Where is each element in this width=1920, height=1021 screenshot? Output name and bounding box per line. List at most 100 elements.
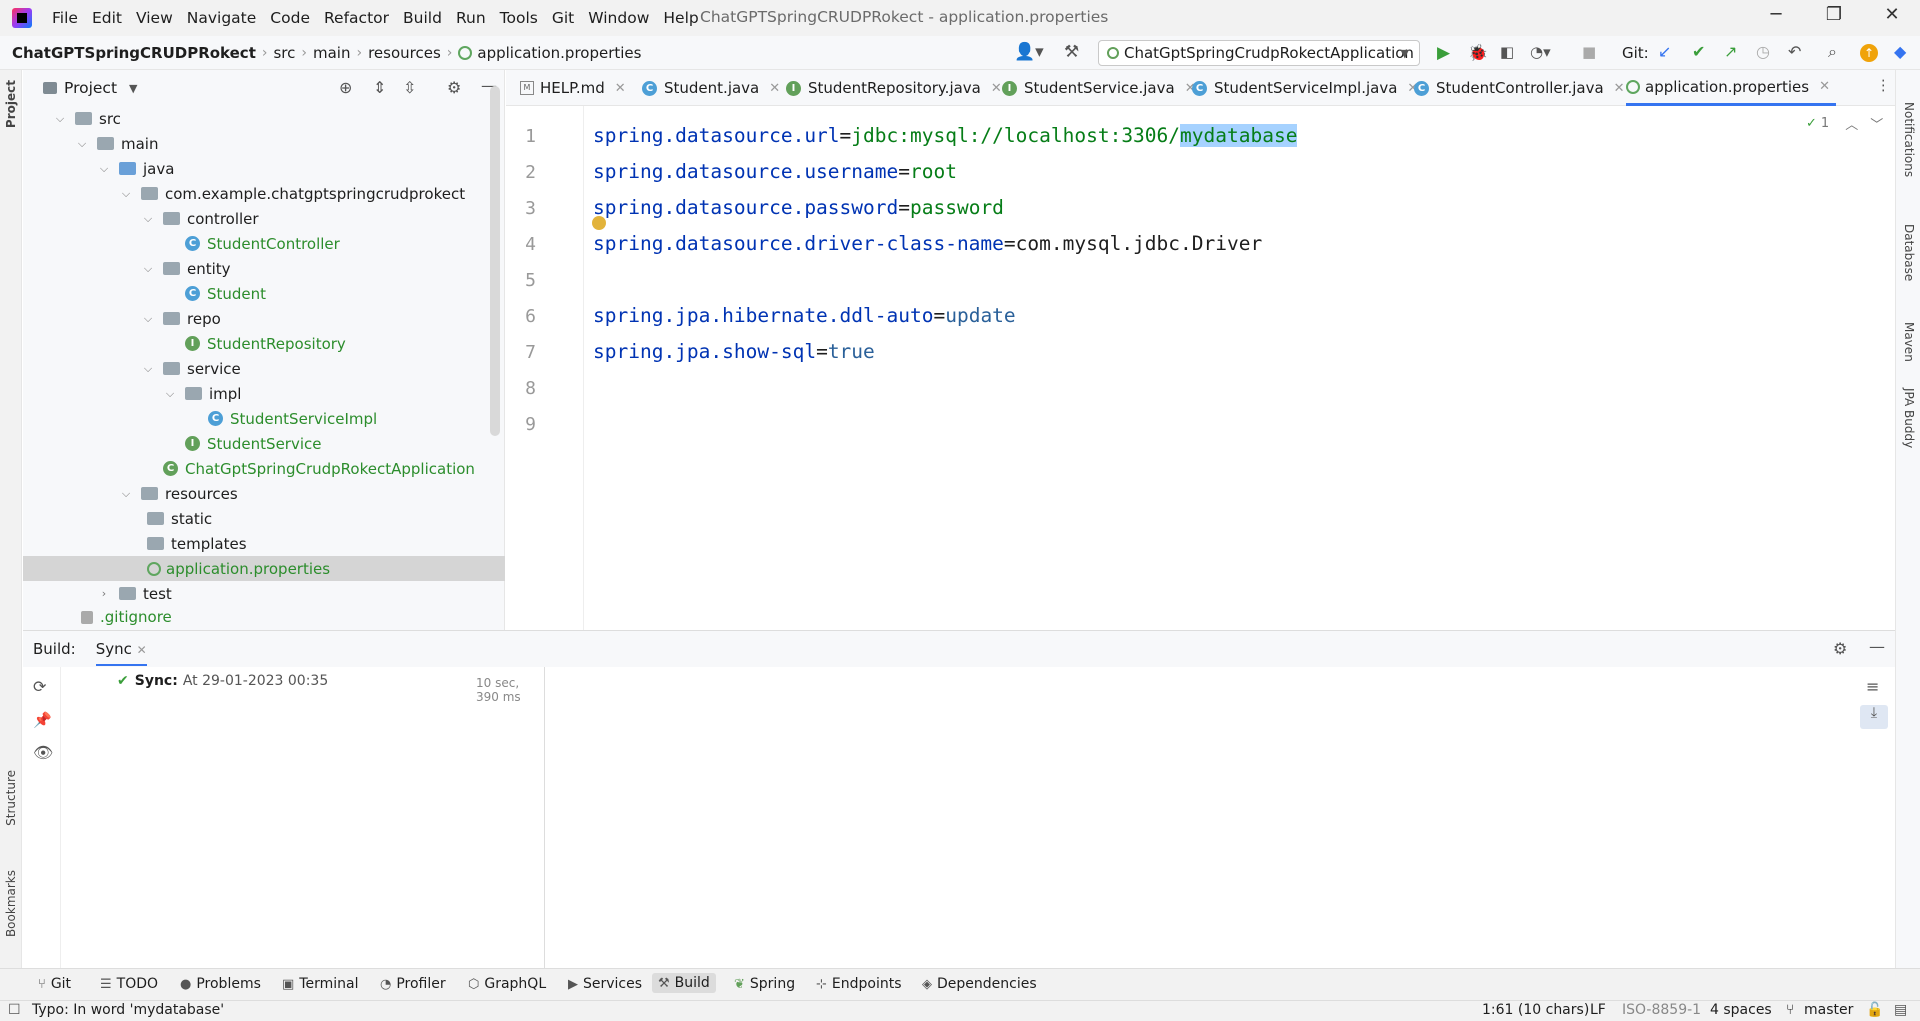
tree-item-gitignore[interactable]: .gitignore <box>81 606 172 628</box>
toolwindow-spring[interactable]: ❦ Spring <box>734 976 795 992</box>
run-configuration-select[interactable]: ChatGptSpringCrudpRokectApplication ▼ <box>1098 40 1420 66</box>
tree-item-main[interactable]: ⌵ main <box>75 131 159 156</box>
profile-icon[interactable]: ◔▾ <box>1530 43 1551 61</box>
close-button[interactable]: ✕ <box>1872 4 1912 32</box>
toolwindow-git[interactable]: ⑂ Git <box>38 976 71 992</box>
jpa-buddy-tool-button[interactable]: JPA Buddy <box>1902 388 1916 448</box>
coverage-icon[interactable]: ◧ <box>1500 43 1514 61</box>
expand-all-icon[interactable]: ⇕ <box>373 78 386 97</box>
tree-item-package[interactable]: ⌵ com.example.chatgptspringcrudprokect <box>119 181 465 206</box>
soft-wrap-icon[interactable]: ≡ <box>1866 677 1879 696</box>
tab-studentservice-java[interactable]: I StudentService.java ✕ <box>1002 70 1196 106</box>
chevron-down-icon[interactable]: ⌵ <box>141 212 155 226</box>
tree-item-studentservice[interactable]: I StudentService <box>185 431 322 456</box>
tree-item-studentcontroller[interactable]: C StudentController <box>185 231 340 256</box>
menu-tools[interactable]: Tools <box>500 9 538 27</box>
close-icon[interactable]: ✕ <box>1819 79 1830 94</box>
toolwindow-terminal[interactable]: ▣ Terminal <box>282 976 358 992</box>
tab-studentrepository-java[interactable]: I StudentRepository.java ✕ <box>786 70 1002 106</box>
intellij-logo-icon[interactable] <box>12 8 32 28</box>
notifications-tool-button[interactable]: Notifications <box>1902 102 1916 177</box>
chevron-down-icon[interactable]: ▼ <box>129 82 137 95</box>
chevron-down-icon[interactable]: ⌵ <box>97 162 111 176</box>
search-icon[interactable]: ⌕ <box>1828 42 1837 62</box>
tree-item-templates[interactable]: templates <box>147 531 247 556</box>
hide-icon[interactable]: — <box>1869 637 1885 656</box>
tree-item-resources[interactable]: ⌵ resources <box>119 481 238 506</box>
chevron-down-icon[interactable]: ⌵ <box>163 387 177 401</box>
memory-icon[interactable]: ▤ <box>1894 1002 1907 1018</box>
chevron-up-icon[interactable]: ︿ <box>1845 114 1858 133</box>
tree-item-static[interactable]: static <box>147 506 212 531</box>
menu-navigate[interactable]: Navigate <box>187 9 257 27</box>
minimize-button[interactable]: ─ <box>1756 4 1796 32</box>
sync-item[interactable]: ✔ Sync: At 29-01-2023 00:35 <box>117 673 328 689</box>
menu-view[interactable]: View <box>136 9 173 27</box>
menu-build[interactable]: Build <box>403 9 442 27</box>
locate-icon[interactable]: ⊕ <box>339 78 352 97</box>
chevron-down-icon[interactable]: ⌵ <box>75 137 89 151</box>
code-line-4[interactable]: spring.datasource.driver-class-name=com.… <box>593 232 1262 255</box>
code-line-7[interactable]: spring.jpa.show-sql=true <box>593 340 875 363</box>
gear-icon[interactable]: ⚙ <box>1833 639 1847 658</box>
caret-position[interactable]: 1:61 (10 chars) <box>1482 1002 1589 1018</box>
stop-icon[interactable]: ■ <box>1582 43 1596 61</box>
more-tabs-icon[interactable]: ⋮ <box>1876 78 1891 94</box>
tree-item-application-class[interactable]: C ChatGptSpringCrudpRokectApplication <box>163 456 475 481</box>
tab-studentserviceimpl-java[interactable]: C StudentServiceImpl.java ✕ <box>1192 70 1418 106</box>
menu-git[interactable]: Git <box>552 9 574 27</box>
code-line-2[interactable]: spring.datasource.username=root <box>593 160 957 183</box>
git-rollback-icon[interactable]: ↶ <box>1788 42 1801 61</box>
collapse-all-icon[interactable]: ⇳ <box>403 78 416 97</box>
toolwindow-graphql[interactable]: ⬡ GraphQL <box>468 976 546 992</box>
tree-item-controller[interactable]: ⌵ controller <box>141 206 259 231</box>
tab-sync[interactable]: Sync ✕ <box>95 632 147 666</box>
menu-edit[interactable]: Edit <box>92 9 122 27</box>
code-line-1[interactable]: spring.datasource.url=jdbc:mysql://local… <box>593 124 1298 147</box>
refresh-icon[interactable]: ⟳ <box>33 677 46 696</box>
gear-icon[interactable]: ⚙ <box>447 78 461 97</box>
user-icon[interactable]: 👤▾ <box>1014 42 1044 62</box>
chevron-down-icon[interactable]: ⌵ <box>119 187 133 201</box>
chevron-down-icon[interactable]: ⌵ <box>141 362 155 376</box>
code-line-6[interactable]: spring.jpa.hibernate.ddl-auto=update <box>593 304 1016 327</box>
tab-application-properties[interactable]: application.properties ✕ <box>1626 70 1836 106</box>
restore-button[interactable]: ❐ <box>1814 4 1854 32</box>
tree-item-src[interactable]: ⌵ src <box>53 106 121 131</box>
menu-file[interactable]: File <box>52 9 78 27</box>
inspection-widget[interactable]: ✓ 1 ︿ ﹀ <box>1806 114 1883 133</box>
git-history-icon[interactable]: ◷ <box>1756 42 1770 61</box>
toolwindow-services[interactable]: ▶ Services <box>568 976 642 992</box>
breadcrumb-project[interactable]: ChatGPTSpringCRUDPRokect <box>12 44 256 62</box>
close-icon[interactable]: ✕ <box>137 643 147 657</box>
menu-help[interactable]: Help <box>663 9 698 27</box>
eye-icon[interactable]: 👁 <box>33 743 53 762</box>
tree-item-entity[interactable]: ⌵ entity <box>141 256 231 281</box>
git-push-icon[interactable]: ↗ <box>1724 42 1737 61</box>
file-encoding[interactable]: ISO-8859-1 <box>1622 1002 1701 1018</box>
toolwindow-todo[interactable]: ☰ TODO <box>100 976 158 992</box>
toolwindow-dependencies[interactable]: ◈ Dependencies <box>922 976 1037 992</box>
tab-studentcontroller-java[interactable]: C StudentController.java ✕ <box>1414 70 1625 106</box>
breadcrumb-src[interactable]: src <box>273 44 295 62</box>
menu-refactor[interactable]: Refactor <box>324 9 389 27</box>
tab-help-md[interactable]: M HELP.md ✕ <box>520 70 626 106</box>
project-panel-title[interactable]: Project <box>64 79 117 97</box>
git-branch[interactable]: master <box>1804 1002 1853 1018</box>
breadcrumb-resources[interactable]: resources <box>368 44 441 62</box>
code-line-3[interactable]: spring.datasource.password=password <box>593 196 1004 219</box>
chevron-down-icon[interactable]: ⌵ <box>141 312 155 326</box>
pin-icon[interactable]: 📌 <box>33 711 52 729</box>
tab-student-java[interactable]: C Student.java ✕ <box>642 70 780 106</box>
lock-icon[interactable]: 🔓 <box>1866 1002 1883 1018</box>
toolwindow-profiler[interactable]: ◔ Profiler <box>380 976 446 992</box>
tree-item-studentserviceimpl[interactable]: C StudentServiceImpl <box>208 406 377 431</box>
database-tool-button[interactable]: Database <box>1902 224 1916 281</box>
tree-item-service[interactable]: ⌵ service <box>141 356 241 381</box>
line-separator[interactable]: LF <box>1590 1002 1606 1018</box>
chevron-right-icon[interactable]: › <box>97 587 111 600</box>
breadcrumb-main[interactable]: main <box>313 44 350 62</box>
chevron-down-icon[interactable]: ﹀ <box>1870 114 1883 133</box>
maven-tool-button[interactable]: Maven <box>1902 322 1916 362</box>
menu-run[interactable]: Run <box>456 9 486 27</box>
